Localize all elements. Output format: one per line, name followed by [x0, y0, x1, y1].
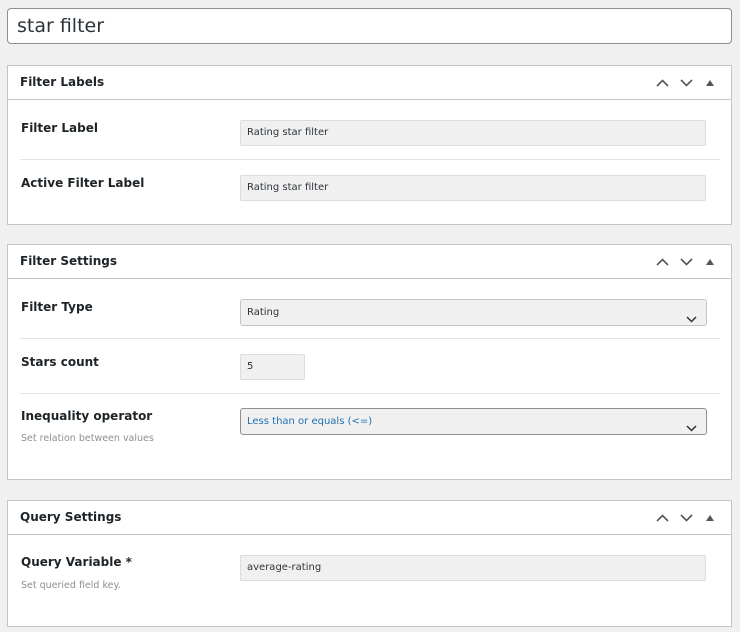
- triangle-up-icon[interactable]: [698, 501, 722, 535]
- query-variable-input[interactable]: average-rating: [240, 555, 706, 581]
- filter-settings-box: Filter Settings Filter Type Rating Stars…: [7, 244, 732, 480]
- filter-label-input[interactable]: Rating star filter: [240, 120, 706, 146]
- chevron-down-icon: [686, 308, 697, 333]
- chevron-down-icon[interactable]: [674, 245, 698, 279]
- query-variable-label: Query Variable *: [21, 555, 132, 569]
- filter-labels-title: Filter Labels: [20, 75, 105, 89]
- filter-type-label: Filter Type: [21, 300, 93, 314]
- stars-count-label: Stars count: [21, 355, 99, 369]
- chevron-down-icon[interactable]: [674, 501, 698, 535]
- filter-type-select[interactable]: Rating: [240, 299, 707, 326]
- filter-settings-header: Filter Settings: [8, 245, 731, 279]
- post-title-input[interactable]: star filter: [7, 8, 732, 44]
- row-divider: [20, 338, 720, 339]
- query-settings-actions: [650, 501, 722, 535]
- filter-label-label: Filter Label: [21, 121, 98, 135]
- filter-labels-box: Filter Labels Filter Label Rating star f…: [7, 65, 732, 225]
- query-settings-header: Query Settings: [8, 501, 731, 535]
- filter-settings-title: Filter Settings: [20, 254, 118, 268]
- row-divider: [20, 159, 720, 160]
- filter-type-value: Rating: [247, 307, 280, 318]
- chevron-down-icon: [686, 417, 697, 442]
- triangle-up-icon[interactable]: [698, 245, 722, 279]
- query-settings-box: Query Settings Query Variable * Set quer…: [7, 500, 732, 627]
- stars-count-input[interactable]: 5: [240, 354, 305, 380]
- triangle-up-icon[interactable]: [698, 66, 722, 100]
- row-divider: [20, 393, 720, 394]
- inequality-operator-value: Less than or equals (<=): [247, 416, 373, 427]
- filter-labels-header: Filter Labels: [8, 66, 731, 100]
- query-settings-title: Query Settings: [20, 510, 122, 524]
- active-filter-label-label: Active Filter Label: [21, 176, 145, 190]
- chevron-up-icon[interactable]: [650, 245, 674, 279]
- inequality-operator-description: Set relation between values: [21, 433, 154, 444]
- filter-settings-actions: [650, 245, 722, 279]
- chevron-down-icon[interactable]: [674, 66, 698, 100]
- chevron-up-icon[interactable]: [650, 66, 674, 100]
- filter-labels-actions: [650, 66, 722, 100]
- chevron-up-icon[interactable]: [650, 501, 674, 535]
- inequality-operator-label: Inequality operator: [21, 409, 153, 423]
- active-filter-label-input[interactable]: Rating star filter: [240, 175, 706, 201]
- query-variable-description: Set queried field key.: [21, 580, 121, 591]
- inequality-operator-select[interactable]: Less than or equals (<=): [240, 408, 707, 435]
